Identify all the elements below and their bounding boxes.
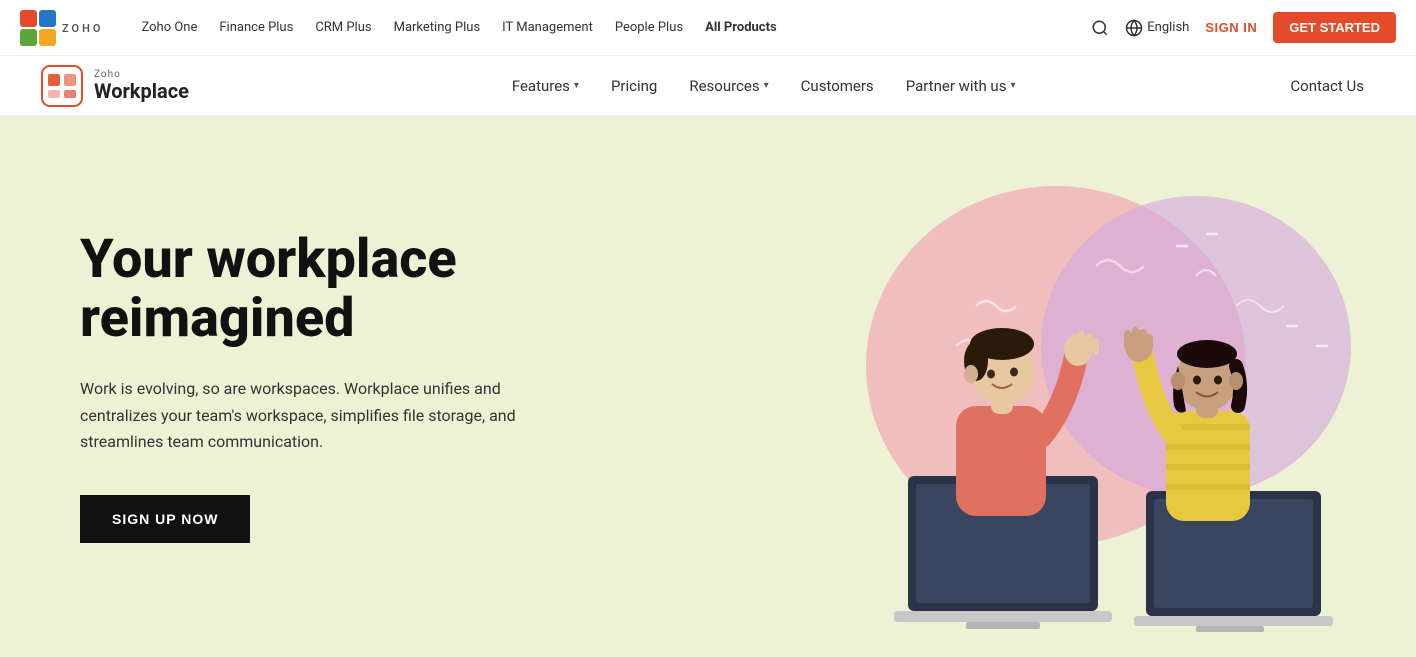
nav-link-it-management[interactable]: IT Management	[494, 16, 601, 39]
features-label: Features	[512, 77, 570, 95]
hero-cta-button[interactable]: SIGN UP NOW	[80, 495, 250, 543]
search-button[interactable]	[1091, 19, 1109, 37]
sec-nav-resources[interactable]: Resources ▾	[677, 71, 780, 101]
search-icon	[1091, 19, 1109, 37]
sec-nav-partner[interactable]: Partner with us ▾	[894, 71, 1028, 101]
top-navigation: ZOHO Zoho One Finance Plus CRM Plus Mark…	[0, 0, 1416, 56]
hero-illustration-svg	[856, 146, 1376, 656]
hero-title: Your workplace reimagined	[80, 230, 640, 349]
nav-link-people-plus[interactable]: People Plus	[607, 16, 691, 39]
zoho-label: ZOHO	[62, 22, 103, 35]
hero-illustration-area	[856, 116, 1416, 657]
logo-sq-green	[20, 29, 37, 46]
resources-chevron-icon: ▾	[764, 80, 769, 91]
language-selector[interactable]: English	[1125, 19, 1189, 37]
sec-nav-customers[interactable]: Customers	[789, 71, 886, 101]
secondary-navigation: Zoho Workplace Features ▾ Pricing Resour…	[0, 56, 1416, 116]
workplace-text: Zoho Workplace	[94, 69, 189, 102]
partner-chevron-icon: ▾	[1010, 80, 1015, 91]
contact-us-link[interactable]: Contact Us	[1278, 71, 1376, 101]
sec-nav-pricing[interactable]: Pricing	[599, 71, 669, 101]
hero-content: Your workplace reimagined Work is evolvi…	[80, 230, 640, 544]
get-started-button[interactable]: GET STARTED	[1273, 12, 1396, 43]
features-chevron-icon: ▾	[574, 80, 579, 91]
sign-in-button[interactable]: SIGN IN	[1205, 20, 1257, 35]
nav-link-crm-plus[interactable]: CRM Plus	[307, 16, 379, 39]
workplace-name: Workplace	[94, 80, 189, 102]
zoho-logo-squares	[20, 10, 56, 46]
logo-sq-yellow	[39, 29, 56, 46]
workplace-icon	[40, 64, 84, 108]
resources-label: Resources	[689, 77, 759, 95]
zoho-logo[interactable]: ZOHO	[20, 10, 103, 46]
language-label: English	[1147, 20, 1189, 35]
customers-label: Customers	[801, 77, 874, 95]
sec-nav-features[interactable]: Features ▾	[500, 71, 591, 101]
partner-label: Partner with us	[906, 77, 1007, 95]
globe-icon	[1125, 19, 1143, 37]
top-nav-links: Zoho One Finance Plus CRM Plus Marketing…	[133, 16, 1091, 39]
hero-subtitle: Work is evolving, so are workspaces. Wor…	[80, 376, 560, 455]
pricing-label: Pricing	[611, 77, 657, 95]
nav-link-all-products[interactable]: All Products	[697, 16, 785, 39]
nav-link-zoho-one[interactable]: Zoho One	[133, 16, 205, 39]
nav-link-finance-plus[interactable]: Finance Plus	[211, 16, 301, 39]
top-nav-right: English SIGN IN GET STARTED	[1091, 12, 1396, 43]
logo-sq-blue	[39, 10, 56, 27]
hero-section: Your workplace reimagined Work is evolvi…	[0, 116, 1416, 657]
logo-sq-red	[20, 10, 37, 27]
secondary-nav-links: Features ▾ Pricing Resources ▾ Customers…	[249, 71, 1278, 101]
nav-link-marketing-plus[interactable]: Marketing Plus	[386, 16, 489, 39]
workplace-logo[interactable]: Zoho Workplace	[40, 64, 189, 108]
